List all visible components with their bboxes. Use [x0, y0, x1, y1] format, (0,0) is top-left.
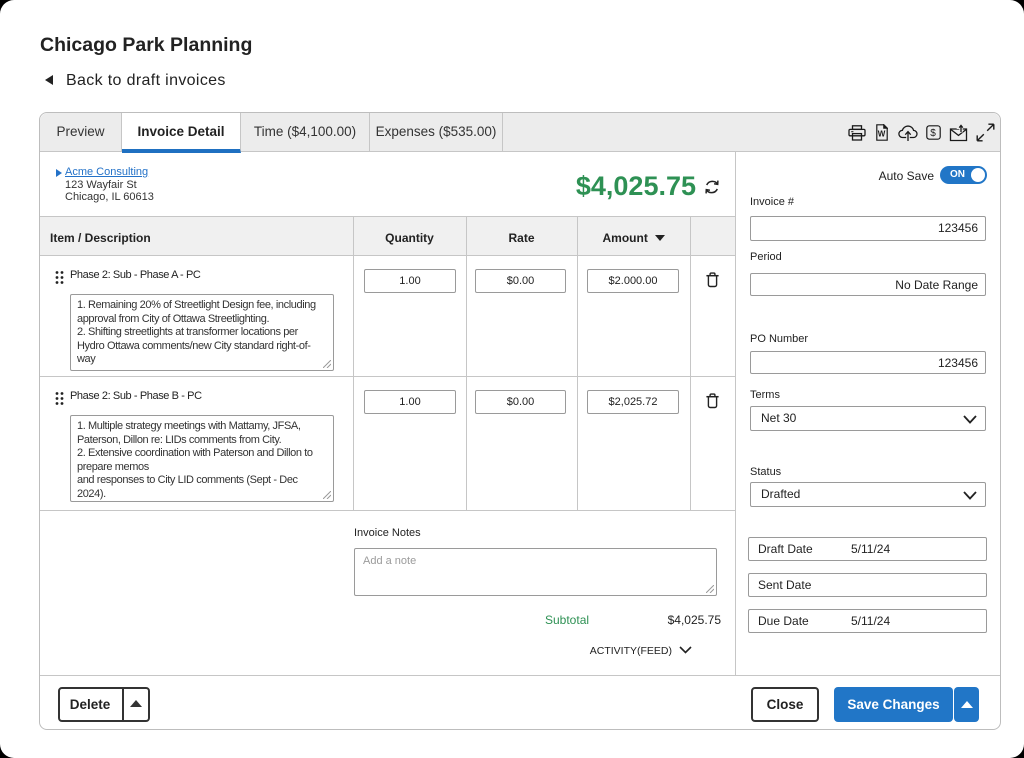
svg-text:$: $ — [930, 128, 936, 139]
svg-text:W: W — [878, 130, 886, 139]
